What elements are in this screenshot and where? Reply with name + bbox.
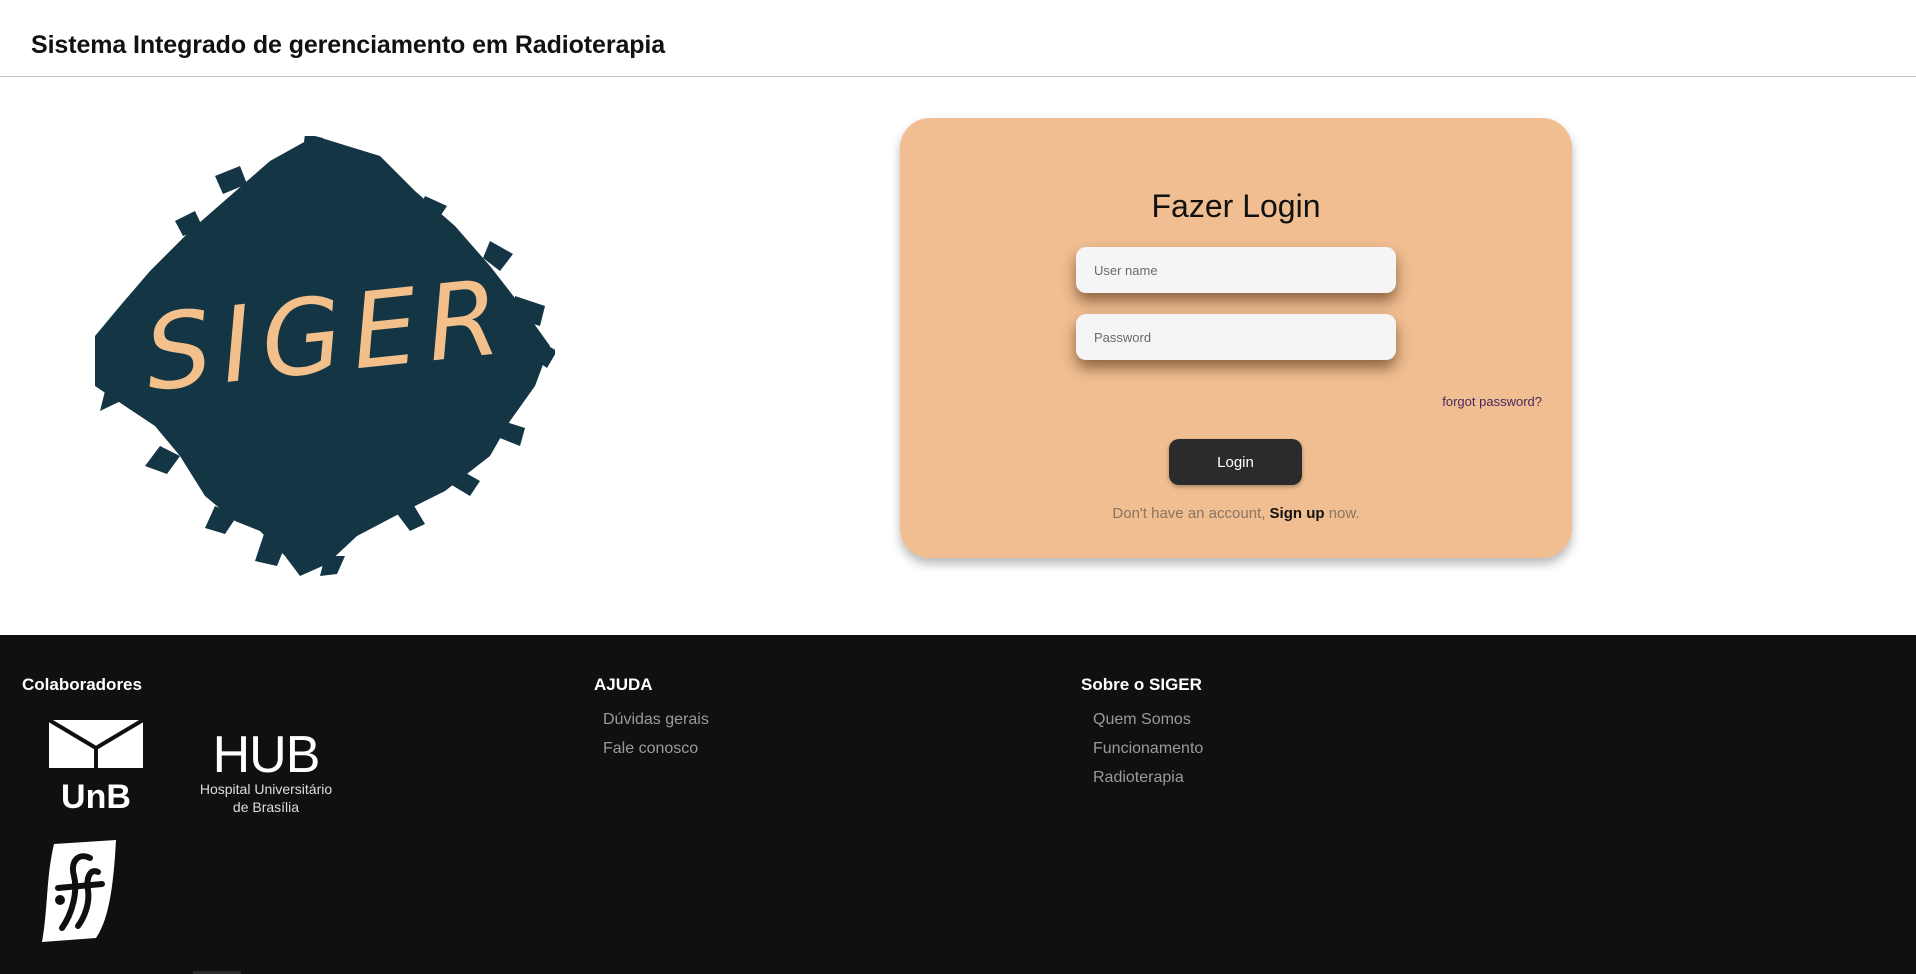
- site-footer: Colaboradores UnB HUB Hospital Universit…: [0, 635, 1916, 974]
- login-title: Fazer Login: [1151, 188, 1321, 224]
- app-header: Sistema Integrado de gerenciamento em Ra…: [0, 0, 1916, 77]
- app-title: Sistema Integrado de gerenciamento em Ra…: [31, 31, 666, 59]
- login-card: Fazer Login forgot password? Login Don't…: [900, 118, 1572, 558]
- unb-text: UnB: [61, 778, 131, 813]
- sobre-heading: Sobre o SIGER: [1081, 675, 1202, 694]
- hub-logo: HUB Hospital Universitário de Brasília: [186, 726, 346, 816]
- colaboradores-heading: Colaboradores: [22, 675, 142, 694]
- fs-partner-logo-icon: [42, 840, 116, 942]
- hub-subtitle: Hospital Universitário de Brasília: [186, 780, 346, 816]
- footer-link-quem-somos[interactable]: Quem Somos: [1093, 711, 1191, 729]
- signup-prefix: Don't have an account,: [1112, 505, 1266, 522]
- hub-title: HUB: [212, 726, 321, 784]
- forgot-password-link[interactable]: forgot password?: [1442, 394, 1542, 409]
- username-input[interactable]: [1076, 247, 1396, 293]
- unb-logo-icon: UnB: [48, 718, 145, 813]
- ajuda-heading: AJUDA: [594, 675, 653, 694]
- hub-line-2: de Brasília: [232, 799, 300, 815]
- hub-line-1: Hospital Universitário: [199, 781, 333, 797]
- password-input[interactable]: [1076, 314, 1396, 360]
- signup-link[interactable]: Sign up: [1270, 505, 1325, 522]
- signup-prompt: Don't have an account, Sign up now.: [900, 505, 1572, 522]
- login-button[interactable]: Login: [1169, 439, 1302, 485]
- footer-link-duvidas-gerais[interactable]: Dúvidas gerais: [603, 711, 709, 729]
- footer-link-radioterapia[interactable]: Radioterapia: [1093, 769, 1184, 787]
- signup-suffix: now.: [1328, 505, 1360, 522]
- footer-link-fale-conosco[interactable]: Fale conosco: [603, 740, 698, 758]
- siger-logo: SIGER: [95, 136, 555, 576]
- footer-link-funcionamento[interactable]: Funcionamento: [1093, 740, 1203, 758]
